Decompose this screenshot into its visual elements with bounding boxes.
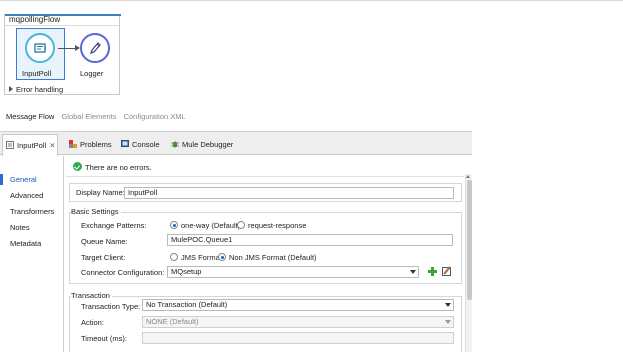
radio-one-way[interactable]: one-way (Default)	[170, 221, 240, 230]
tab-console[interactable]: Console	[118, 134, 160, 156]
radio-selected-icon	[218, 253, 226, 261]
tab-console-label: Console	[132, 140, 160, 149]
debugger-bug-icon	[171, 135, 179, 148]
add-connector-icon[interactable]	[428, 267, 437, 276]
connector-config-label: Connector Configuration:	[81, 268, 165, 277]
tab-problems[interactable]: Problems	[66, 134, 112, 156]
transaction-type-select[interactable]: No Transaction (Default)	[142, 299, 454, 311]
radio-jms-format[interactable]: JMS Format	[170, 253, 222, 262]
close-tab-icon[interactable]: ✕	[49, 141, 55, 150]
display-name-label: Display Name:	[76, 188, 125, 197]
inputpoll-node[interactable]	[25, 33, 55, 63]
tab-mule-debugger-label: Mule Debugger	[182, 140, 234, 149]
display-name-input[interactable]: InputPoll	[124, 187, 454, 199]
logger-pen-icon	[90, 42, 101, 54]
flow-container[interactable]: mqpollingFlow InputPoll Logger Error han…	[4, 14, 121, 95]
queue-name-label: Queue Name:	[81, 237, 128, 246]
top-divider	[0, 0, 623, 1]
basic-settings-title: Basic Settings	[71, 207, 121, 216]
radio-jms-format-label: JMS Format	[181, 253, 222, 262]
timeout-input	[142, 332, 454, 344]
transaction-title: Transaction	[71, 291, 112, 300]
transaction-type-label: Transaction Type:	[81, 302, 141, 311]
nav-notes[interactable]: Notes	[10, 223, 30, 232]
connector-config-select[interactable]: MQsetup	[167, 266, 419, 278]
expand-triangle-icon	[9, 86, 13, 92]
tab-problems-label: Problems	[80, 140, 112, 149]
dropdown-arrow-icon	[445, 303, 451, 307]
radio-one-way-label: one-way (Default)	[181, 221, 241, 230]
tab-global-elements[interactable]: Global Elements	[61, 112, 116, 121]
logger-node[interactable]	[80, 33, 110, 63]
action-label: Action:	[81, 318, 104, 327]
tab-inputpoll-label: InputPoll	[17, 141, 47, 150]
properties-panel: There are no errors. Display Name: Input…	[66, 156, 464, 352]
inputpoll-label: InputPoll	[22, 69, 52, 78]
nav-metadata[interactable]: Metadata	[10, 239, 41, 248]
nav-selection-indicator	[0, 174, 3, 185]
scroll-up-arrow-icon[interactable]	[466, 175, 470, 178]
properties-nav: General Advanced Transformers Notes Meta…	[0, 156, 64, 352]
action-value: NONE (Default)	[146, 317, 199, 326]
radio-selected-icon	[170, 221, 178, 229]
nav-transformers[interactable]: Transformers	[10, 207, 54, 216]
flow-accent-bar	[5, 14, 121, 16]
transaction-type-value: No Transaction (Default)	[146, 300, 228, 309]
nav-general[interactable]: General	[10, 175, 37, 184]
status-text: There are no errors.	[85, 163, 152, 172]
target-client-label: Target Client:	[81, 253, 126, 262]
timeout-label: Timeout (ms):	[81, 334, 127, 343]
dropdown-arrow-icon	[410, 270, 416, 274]
radio-request-response-label: request-response	[248, 221, 307, 230]
queue-name-input[interactable]: MulePOC.Queue1	[167, 234, 453, 246]
radio-unselected-icon	[170, 253, 178, 261]
problems-icon	[69, 135, 77, 148]
properties-icon	[6, 136, 14, 149]
tab-message-flow[interactable]: Message Flow	[6, 112, 54, 121]
editor-tab-bar: InputPoll ✕ Problems Console Mule Debugge…	[0, 131, 472, 156]
action-select: NONE (Default)	[142, 316, 454, 328]
exchange-patterns-label: Exchange Patterns:	[81, 221, 147, 230]
error-handling-toggle[interactable]: Error handling	[9, 85, 63, 94]
flow-title: mqpollingFlow	[5, 15, 119, 26]
poll-icon	[34, 43, 46, 53]
check-ok-icon	[73, 162, 82, 171]
radio-non-jms-format-label: Non JMS Format (Default)	[229, 253, 317, 262]
status-divider	[66, 176, 464, 177]
message-flow-tabs: Message Flow Global Elements Configurati…	[6, 112, 191, 121]
radio-request-response[interactable]: request-response	[237, 221, 306, 230]
connector-config-value: MQsetup	[171, 267, 202, 276]
nav-advanced[interactable]: Advanced	[10, 191, 43, 200]
console-icon	[121, 135, 129, 147]
radio-unselected-icon	[237, 221, 245, 229]
logger-label: Logger	[80, 69, 104, 78]
tab-configuration-xml[interactable]: Configuration XML	[124, 112, 186, 121]
dropdown-arrow-icon	[445, 320, 451, 324]
tab-mule-debugger[interactable]: Mule Debugger	[168, 134, 233, 156]
tab-inputpoll[interactable]: InputPoll ✕	[2, 134, 58, 156]
radio-non-jms-format[interactable]: Non JMS Format (Default)	[218, 253, 317, 262]
edit-connector-icon[interactable]	[442, 267, 451, 276]
vertical-scrollbar[interactable]	[465, 174, 472, 352]
error-handling-label: Error handling	[16, 85, 64, 94]
scrollbar-thumb[interactable]	[467, 180, 472, 300]
status-message: There are no errors.	[73, 162, 152, 172]
